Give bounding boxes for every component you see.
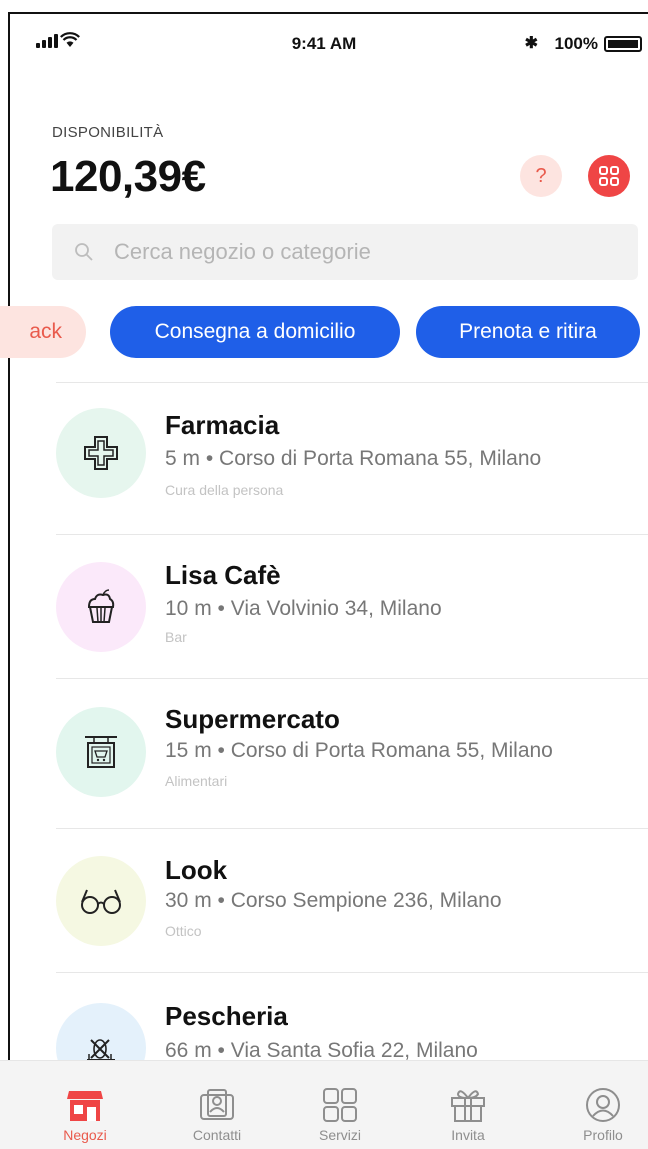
store-name: Lisa Cafè: [165, 560, 281, 590]
battery-icon: [604, 36, 642, 52]
profile-icon: [586, 1088, 620, 1122]
pharmacy-cross-icon: [84, 436, 118, 470]
store-name: Farmacia: [165, 410, 280, 440]
tab-servizi[interactable]: Servizi: [285, 1061, 395, 1149]
balance-amount: 120,39€: [50, 152, 206, 201]
cupcake-icon: [87, 589, 115, 623]
tab-label: Contatti: [192, 1127, 242, 1143]
store-item-lisa-cafe[interactable]: Lisa Cafè 10 m • Via Volvinio 34, Milano…: [0, 535, 648, 679]
tab-bar: Negozi Contatti Servizi Invita Profilo: [0, 1060, 648, 1149]
store-name: Pescheria: [165, 1001, 288, 1031]
store-item-supermercato[interactable]: Supermercato 15 m • Corso di Porta Roman…: [0, 679, 648, 823]
search-input[interactable]: [114, 224, 614, 280]
filter-chip-partial[interactable]: ack: [0, 306, 86, 358]
tab-label: Negozi: [63, 1127, 107, 1143]
glasses-icon: [81, 889, 121, 914]
status-time: 9:41 AM: [291, 34, 357, 53]
availability-label: DISPONIBILITÀ: [52, 124, 164, 141]
store-item-look[interactable]: Look 30 m • Corso Sempione 236, Milano O…: [0, 829, 648, 973]
tab-contatti[interactable]: Contatti: [162, 1061, 272, 1149]
gift-icon: [451, 1090, 485, 1122]
store-icon-circle: [56, 856, 146, 946]
store-icon: [67, 1091, 103, 1121]
store-icon-circle: [56, 707, 146, 797]
store-category: Ottico: [165, 923, 202, 939]
store-category: Cura della persona: [165, 482, 284, 498]
shop-sign-icon: [85, 736, 117, 768]
tab-negozi[interactable]: Negozi: [30, 1061, 140, 1149]
frame-border: [8, 12, 648, 14]
store-address: 30 m • Corso Sempione 236, Milano: [165, 889, 502, 912]
tab-profilo[interactable]: Profilo: [548, 1061, 648, 1149]
filter-chip-reserve-pickup[interactable]: Prenota e ritira: [416, 306, 640, 358]
filter-chips: ack Consegna a domicilio Prenota e ritir…: [0, 306, 648, 358]
store-item-farmacia[interactable]: Farmacia 5 m • Corso di Porta Romana 55,…: [0, 383, 648, 527]
store-category: Bar: [165, 629, 187, 645]
grid-icon: [599, 166, 619, 186]
search-icon: [75, 243, 93, 261]
bluetooth-icon: ✱: [524, 35, 538, 52]
tab-invita[interactable]: Invita: [413, 1061, 523, 1149]
tab-label: Invita: [451, 1127, 485, 1143]
filter-chip-home-delivery[interactable]: Consegna a domicilio: [110, 306, 400, 358]
store-name: Supermercato: [165, 704, 340, 734]
store-address: 5 m • Corso di Porta Romana 55, Milano: [165, 447, 542, 470]
store-icon-circle: [56, 408, 146, 498]
search-bar[interactable]: [52, 224, 638, 280]
status-bar: 9:41 AM ✱ 100%: [0, 30, 648, 60]
store-name: Look: [165, 855, 228, 885]
contacts-icon: [200, 1089, 234, 1120]
store-address: 10 m • Via Volvinio 34, Milano: [165, 597, 442, 620]
qr-grid-button[interactable]: [588, 155, 630, 197]
services-grid-icon: [323, 1088, 357, 1122]
app-screen: 9:41 AM ✱ 100% DISPONIBILITÀ 120,39€ ? a…: [0, 0, 648, 1149]
store-icon-circle: [56, 562, 146, 652]
battery-percentage: 100%: [554, 34, 598, 53]
help-button[interactable]: ?: [520, 155, 562, 197]
tab-label: Profilo: [583, 1127, 623, 1143]
tab-label: Servizi: [318, 1127, 361, 1143]
store-address: 15 m • Corso di Porta Romana 55, Milano: [165, 739, 553, 762]
store-category: Alimentari: [165, 773, 228, 789]
